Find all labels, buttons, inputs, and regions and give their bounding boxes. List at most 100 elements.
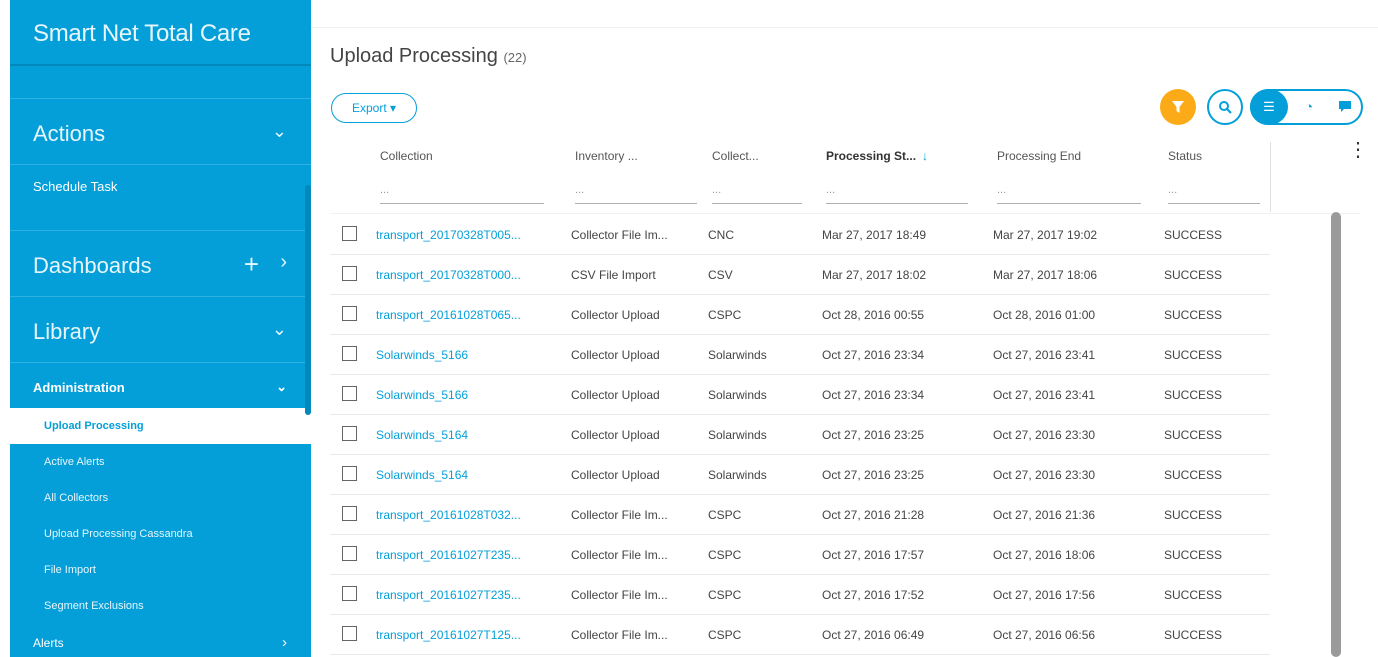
collection-link[interactable]: transport_20170328T000...: [376, 268, 521, 282]
collector-cell: CSPC: [708, 548, 742, 562]
sidebar-section-administration[interactable]: Administration ⌄: [10, 363, 311, 408]
row-checkbox[interactable]: [342, 346, 357, 361]
export-button[interactable]: Export ▾: [331, 93, 417, 123]
collector-cell: Solarwinds: [708, 428, 767, 442]
column-label: Inventory ...: [575, 149, 638, 163]
table-row[interactable]: Solarwinds_5164 Collector Upload Solarwind…: [330, 455, 1270, 495]
table-row[interactable]: transport_20161028T065... Collector Uploa…: [330, 295, 1270, 335]
row-checkbox[interactable]: [342, 506, 357, 521]
column-header-processing-end[interactable]: Processing End ...: [997, 138, 1149, 214]
table-row[interactable]: transport_20161027T125... Collector File …: [330, 615, 1270, 655]
sidebar-item-all-collectors[interactable]: All Collectors: [10, 480, 311, 516]
collection-link[interactable]: transport_20170328T005...: [376, 228, 521, 242]
column-header-processing-start[interactable]: Processing St... ↓ ...: [826, 138, 976, 214]
table-row[interactable]: transport_20170328T000... CSV File Import…: [330, 255, 1270, 295]
collection-link[interactable]: Solarwinds_5166: [376, 388, 468, 402]
processing-end-cell: Oct 27, 2016 23:41: [993, 388, 1096, 402]
processing-end-cell: Oct 27, 2016 23:41: [993, 348, 1096, 362]
chat-view-button[interactable]: [1326, 89, 1364, 125]
collection-link[interactable]: transport_20161027T235...: [376, 588, 521, 602]
inventory-cell: Collector Upload: [571, 308, 660, 322]
chevron-right-icon: ›: [280, 251, 287, 273]
table-row[interactable]: transport_20161027T235... Collector File …: [330, 575, 1270, 615]
sidebar: Smart Net Total Care Actions ⌄ Schedule …: [10, 0, 311, 657]
status-cell: SUCCESS: [1164, 588, 1223, 602]
column-header-collector[interactable]: Collect... ...: [712, 138, 810, 214]
column-header-collection[interactable]: Collection ...: [380, 138, 552, 214]
chat-view-icon: [1339, 101, 1351, 112]
plus-icon[interactable]: +: [244, 249, 259, 280]
status-cell: SUCCESS: [1164, 228, 1223, 242]
row-checkbox[interactable]: [342, 426, 357, 441]
sidebar-section-actions[interactable]: Actions ⌄: [10, 99, 311, 165]
sidebar-section-library[interactable]: Library ⌄: [10, 297, 311, 363]
table-row[interactable]: Solarwinds_5166 Collector Upload Solarwind…: [330, 375, 1270, 415]
inventory-cell: Collector File Im...: [571, 508, 668, 522]
column-header-inventory[interactable]: Inventory ... ...: [575, 138, 705, 214]
sidebar-section-alerts[interactable]: Alerts ›: [10, 624, 311, 654]
column-filter-input[interactable]: ...: [712, 178, 802, 204]
table-row[interactable]: transport_20161028T032... Collector File …: [330, 495, 1270, 535]
processing-start-cell: Oct 27, 2016 06:49: [822, 628, 925, 642]
filter-icon: [1172, 101, 1184, 113]
processing-end-cell: Mar 27, 2017 18:06: [993, 268, 1098, 282]
more-options-icon[interactable]: ⋮: [1348, 140, 1368, 160]
status-cell: SUCCESS: [1164, 548, 1223, 562]
sidebar-section-dashboards[interactable]: Dashboards + ›: [10, 231, 311, 297]
collection-link[interactable]: transport_20161027T125...: [376, 628, 521, 642]
sidebar-item-upload-processing-cassandra[interactable]: Upload Processing Cassandra: [10, 516, 311, 552]
table-row[interactable]: transport_20161027T235... Collector File …: [330, 535, 1270, 575]
collector-cell: Solarwinds: [708, 348, 767, 362]
table-row[interactable]: Solarwinds_5166 Collector Upload Solarwind…: [330, 335, 1270, 375]
sidebar-item-segment-exclusions[interactable]: Segment Exclusions: [10, 588, 311, 624]
collection-link[interactable]: transport_20161027T235...: [376, 548, 521, 562]
inventory-cell: Collector File Im...: [571, 548, 668, 562]
row-checkbox[interactable]: [342, 266, 357, 281]
search-icon: [1219, 101, 1232, 114]
inventory-cell: Collector Upload: [571, 388, 660, 402]
filter-button[interactable]: [1160, 89, 1196, 125]
status-cell: SUCCESS: [1164, 628, 1223, 642]
inventory-cell: Collector File Im...: [571, 628, 668, 642]
row-checkbox[interactable]: [342, 386, 357, 401]
divider: [1270, 142, 1271, 212]
sidebar-item-schedule-task[interactable]: Schedule Task: [10, 165, 311, 231]
row-checkbox[interactable]: [342, 226, 357, 241]
pie-view-button[interactable]: ◔: [1290, 89, 1328, 125]
table-row[interactable]: Solarwinds_5164 Collector Upload Solarwind…: [330, 415, 1270, 455]
list-view-button[interactable]: ☰: [1250, 89, 1288, 125]
collection-link[interactable]: Solarwinds_5166: [376, 348, 468, 362]
app-brand: Smart Net Total Care: [10, 0, 311, 66]
table-scrollbar[interactable]: [1331, 212, 1341, 657]
row-checkbox[interactable]: [342, 546, 357, 561]
chevron-down-icon: ⌄: [276, 379, 287, 394]
sidebar-scrollbar[interactable]: [305, 185, 311, 415]
collector-cell: CSPC: [708, 508, 742, 522]
search-button[interactable]: [1207, 89, 1243, 125]
row-checkbox[interactable]: [342, 306, 357, 321]
collection-link[interactable]: Solarwinds_5164: [376, 468, 468, 482]
column-filter-input[interactable]: ...: [575, 178, 697, 204]
sidebar-item-upload-processing[interactable]: Upload Processing: [10, 408, 311, 444]
sidebar-section-label: Alerts: [33, 636, 64, 650]
collection-link[interactable]: Solarwinds_5164: [376, 428, 468, 442]
divider: [330, 213, 1360, 214]
column-filter-input[interactable]: ...: [997, 178, 1141, 204]
collector-cell: CSV: [708, 268, 733, 282]
collection-link[interactable]: transport_20161028T032...: [376, 508, 521, 522]
column-header-status[interactable]: Status ...: [1168, 138, 1268, 214]
row-checkbox[interactable]: [342, 586, 357, 601]
row-checkbox[interactable]: [342, 466, 357, 481]
column-filter-input[interactable]: ...: [1168, 178, 1260, 204]
table-row[interactable]: transport_20170328T005... Collector File …: [330, 215, 1270, 255]
column-filter-input[interactable]: ...: [380, 178, 544, 204]
sidebar-item-file-import[interactable]: File Import: [10, 552, 311, 588]
collection-link[interactable]: transport_20161028T065...: [376, 308, 521, 322]
divider: [311, 27, 1378, 28]
inventory-cell: Collector Upload: [571, 428, 660, 442]
status-cell: SUCCESS: [1164, 468, 1223, 482]
processing-end-cell: Oct 27, 2016 21:36: [993, 508, 1096, 522]
sidebar-item-active-alerts[interactable]: Active Alerts: [10, 444, 311, 480]
row-checkbox[interactable]: [342, 626, 357, 641]
column-filter-input[interactable]: ...: [826, 178, 968, 204]
